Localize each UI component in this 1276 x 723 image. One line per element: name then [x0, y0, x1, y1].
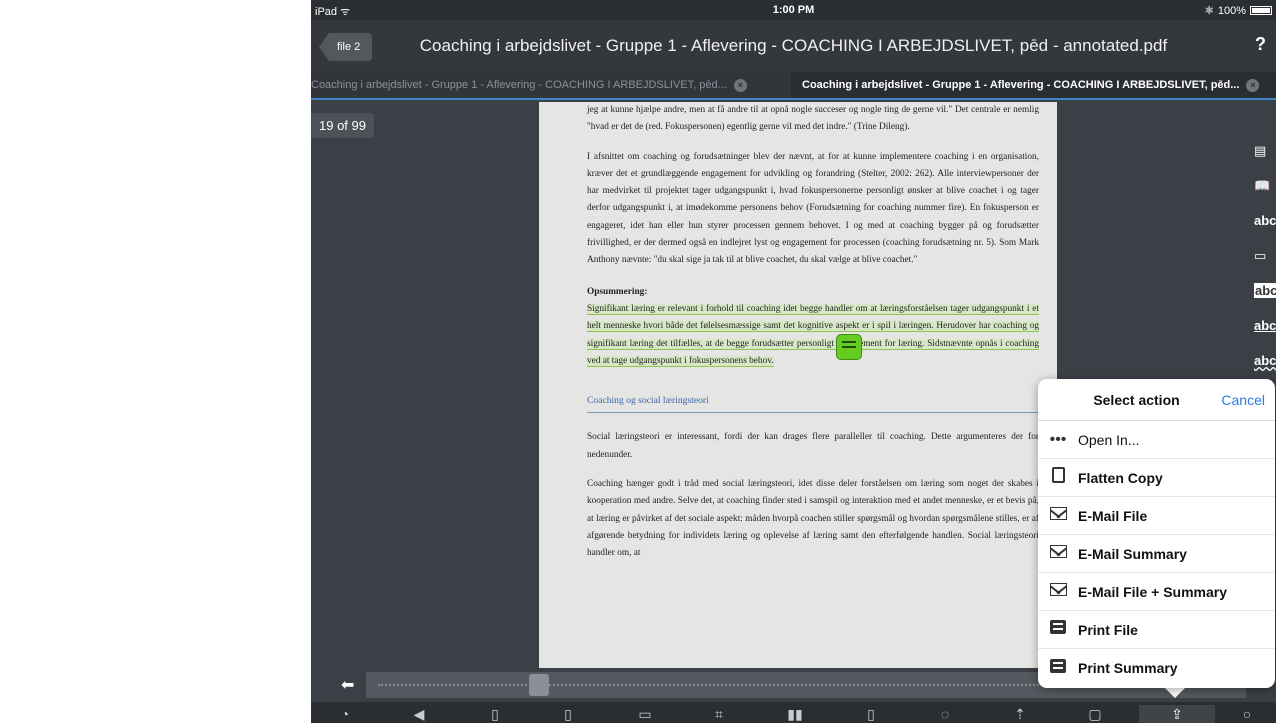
tool-text-icon[interactable]: abc [1250, 203, 1276, 238]
book-icon[interactable]: ▮▮ [783, 705, 807, 723]
action-open-in[interactable]: ••• Open In... [1038, 421, 1275, 459]
pdf-page[interactable]: jeg at kunne hjælpe andre, men at få and… [539, 102, 1057, 670]
printer-icon [1038, 658, 1078, 678]
document-icon [1038, 467, 1078, 488]
mail-icon [1038, 582, 1078, 601]
battery-percent: 100% [1217, 4, 1246, 17]
tool-squiggly-icon[interactable]: abc [1250, 343, 1276, 378]
section-heading: Coaching og social læringsteori [587, 392, 1039, 414]
tool-highlight-icon[interactable]: abc [1250, 273, 1276, 308]
tab-document-2[interactable]: Coaching i arbejdslivet - Gruppe 1 - Afl… [796, 72, 1276, 98]
help-button[interactable]: ? [1255, 34, 1266, 55]
paragraph: Social læringsteori er interessant, ford… [587, 432, 1039, 460]
comment-icon[interactable]: ◌ [933, 705, 957, 723]
ellipsis-icon: ••• [1049, 430, 1067, 448]
note-icon[interactable]: ▭ [633, 705, 657, 723]
document-title: Coaching i arbejdslivet - Gruppe 1 - Afl… [419, 36, 1168, 55]
tool-page-icon[interactable]: ▤ [1250, 133, 1276, 168]
battery-icon [1250, 6, 1272, 15]
arrow-left-icon[interactable]: ⬅ [341, 675, 354, 695]
mail-icon [1038, 544, 1078, 563]
paragraph: Coaching hænger godt i tråd med social l… [587, 479, 1039, 559]
export-doc-icon[interactable]: ▯ [859, 705, 883, 723]
printer-icon [1038, 620, 1078, 639]
comment-note-icon[interactable] [836, 334, 862, 360]
navigation-bar: file 2 Coaching i arbejdslivet - Gruppe … [311, 20, 1276, 72]
upload-icon[interactable]: ⇡ [1008, 705, 1032, 723]
tool-note-icon[interactable]: ▭ [1250, 238, 1276, 273]
paragraph: I afsnittet om coaching og forudsætninge… [587, 151, 1039, 266]
tab-label: Coaching i arbejdslivet - Gruppe 1 - Afl… [802, 79, 1240, 91]
add-page-alt-icon[interactable]: ▯ [556, 705, 580, 723]
scrubber-thumb[interactable] [529, 674, 549, 696]
battery-status: ✱ 100% [1205, 4, 1272, 17]
tool-underline-icon[interactable]: abc [1250, 308, 1276, 343]
action-flatten-copy[interactable]: Flatten Copy [1038, 459, 1275, 497]
tab-label: Coaching i arbejdslivet - Gruppe 1 - Afl… [311, 79, 727, 91]
cancel-button[interactable]: Cancel [1221, 392, 1265, 408]
paragraph: jeg at kunne hjælpe andre, men at få and… [587, 105, 1039, 133]
action-print-summary[interactable]: Print Summary [1038, 649, 1275, 687]
annotation-tools: ▤ 📖 abc ▭ abc abc abc [1250, 133, 1276, 383]
tab-document-1[interactable]: Coaching i arbejdslivet - Gruppe 1 - Afl… [311, 72, 791, 98]
close-icon[interactable]: × [733, 78, 747, 92]
crop-icon[interactable]: ⌗ [707, 705, 731, 723]
highlighted-summary[interactable]: Signifikant læring er relevant i forhold… [587, 303, 1039, 367]
action-email-summary[interactable]: E-Mail Summary [1038, 535, 1275, 573]
tab-bar: Coaching i arbejdslivet - Gruppe 1 - Afl… [311, 72, 1276, 100]
page-indicator: 19 of 99 [311, 113, 374, 138]
close-icon[interactable]: × [1246, 78, 1260, 92]
tool-book-icon[interactable]: 📖 [1250, 168, 1276, 203]
search2-icon[interactable]: ○ [1235, 705, 1259, 723]
clock: 1:00 PM [772, 4, 815, 16]
summary-heading: Opsummering: [587, 286, 648, 297]
action-print-file[interactable]: Print File [1038, 611, 1275, 649]
select-action-popover: Select action Cancel ••• Open In... Flat… [1038, 379, 1275, 688]
blank-icon[interactable]: ▢ [1083, 705, 1107, 723]
action-email-file-summary[interactable]: E-Mail File + Summary [1038, 573, 1275, 611]
status-bar: iPad ᯤ 1:00 PM ✱ 100% [311, 0, 1276, 20]
popover-header: Select action Cancel [1038, 379, 1275, 421]
share-icon[interactable]: ⇪ [1139, 705, 1215, 723]
add-page-icon[interactable]: ▯ [483, 705, 507, 723]
play-back-icon[interactable]: ◀ [407, 705, 431, 723]
bottom-toolbar: ◔ ◀ ▯ ▯ ▭ ⌗ ▮▮ ▯ ◌ ⇡ ▢ ⇪ ○ [311, 702, 1276, 723]
mail-icon [1038, 506, 1078, 525]
action-email-file[interactable]: E-Mail File [1038, 497, 1275, 535]
bluetooth-icon: ✱ [1204, 5, 1214, 17]
search-icon[interactable]: ◔ [333, 705, 357, 723]
